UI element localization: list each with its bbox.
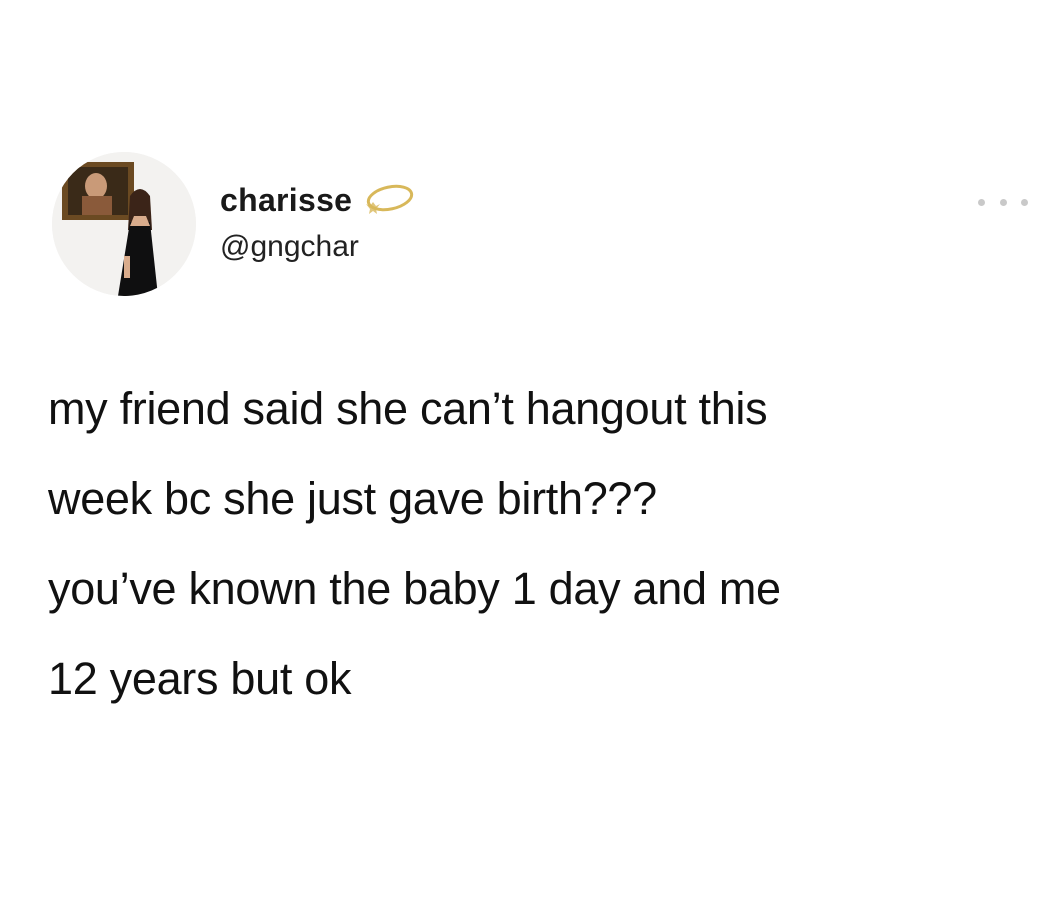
user-name-row: charisse xyxy=(220,178,418,222)
tweet-line: 12 years but ok xyxy=(48,653,352,704)
tweet-card: charisse @gngchar my friend said she can… xyxy=(0,0,1038,923)
avatar-photo xyxy=(52,152,196,296)
halo-icon xyxy=(360,180,418,220)
tweet-text: my friend said she can’t hangout this we… xyxy=(48,364,1033,724)
avatar[interactable] xyxy=(52,152,196,296)
tweet-line: my friend said she can’t hangout this xyxy=(48,383,768,434)
more-options-icon[interactable] xyxy=(978,192,1028,212)
user-handle[interactable]: @gngchar xyxy=(220,230,359,264)
display-name[interactable]: charisse xyxy=(220,182,352,219)
more-dot xyxy=(999,198,1007,206)
tweet-line: you’ve known the baby 1 day and me xyxy=(48,563,781,614)
more-dot xyxy=(1021,198,1028,206)
tweet-line: week bc she just gave birth??? xyxy=(48,473,657,524)
more-dot xyxy=(978,198,985,206)
